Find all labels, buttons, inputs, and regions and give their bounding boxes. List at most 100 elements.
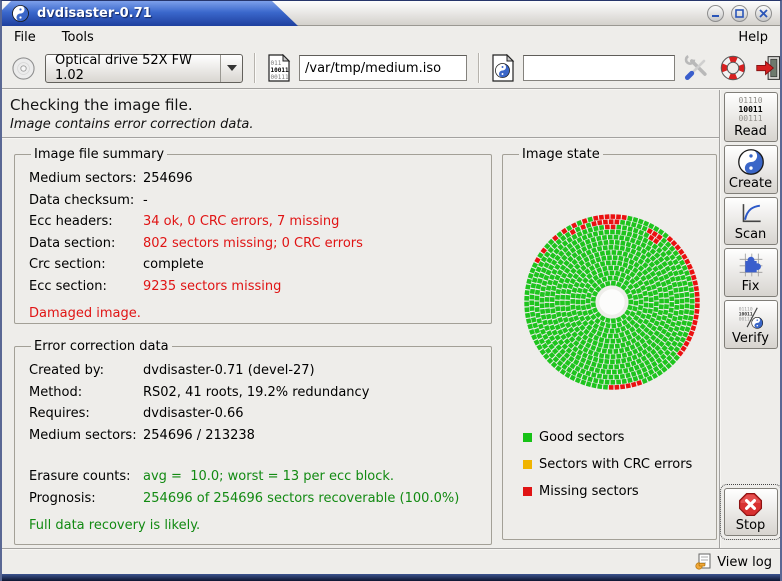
close-button[interactable] xyxy=(755,5,772,22)
read-button[interactable]: 01110 10011 00111 Read xyxy=(723,92,778,142)
create-button-label: Create xyxy=(728,176,773,191)
row-label: Created by: xyxy=(29,363,104,378)
verify-button[interactable]: 01110 10011 00111 Verify xyxy=(723,300,778,349)
image-state-panel: Image state Good sectors Sectors with CR… xyxy=(502,147,717,540)
image-file-summary-title: Image file summary xyxy=(34,147,165,162)
stop-button[interactable]: Stop xyxy=(719,484,780,540)
scan-button-label: Scan xyxy=(734,227,767,242)
row-label: Medium sectors: xyxy=(29,171,137,186)
image-file-summary-rows: Medium sectors: 254696 Data checksum: - … xyxy=(29,168,481,297)
scan-curve-icon xyxy=(742,203,762,223)
svg-text:01110: 01110 xyxy=(739,306,753,312)
menu-file[interactable]: File xyxy=(12,29,38,46)
menu-tools[interactable]: Tools xyxy=(60,29,96,46)
verify-icon: 01110 10011 00111 xyxy=(739,306,764,329)
maximize-button[interactable] xyxy=(731,5,748,22)
image-state-title: Image state xyxy=(522,147,600,162)
status-heading: Checking the image file. Image contains … xyxy=(2,90,719,139)
legend-label: Good sectors xyxy=(539,430,625,445)
row-value: complete xyxy=(143,257,204,272)
toolbar: Optical drive 52X FW 1.02 xyxy=(2,48,780,90)
create-button[interactable]: Create xyxy=(723,145,778,194)
row-value: 254696 of 254696 sectors recoverable (10… xyxy=(143,490,460,506)
stop-button-label: Stop xyxy=(735,518,766,533)
disc-sector-map xyxy=(518,208,706,400)
read-button-label: Read xyxy=(734,124,767,139)
drive-selector[interactable]: Optical drive 52X FW 1.02 xyxy=(45,53,243,83)
toolbar-separator xyxy=(478,53,480,83)
quit-exit-door-icon[interactable] xyxy=(755,54,780,82)
toolbar-separator xyxy=(254,53,256,83)
sector-legend: Good sectors Sectors with CRC errors Mis… xyxy=(523,424,692,505)
error-correction-panel: Error correction data Created by: dvdisa… xyxy=(14,339,492,545)
toolbar-right-group xyxy=(683,54,780,82)
app-logo-icon xyxy=(12,5,29,22)
recovery-verdict: Full data recovery is likely. xyxy=(29,518,201,533)
row-value: dvdisaster-0.66 xyxy=(143,406,244,421)
drive-selector-arrow xyxy=(220,54,242,82)
row-value: - xyxy=(143,192,148,208)
good-sector-swatch xyxy=(523,433,532,442)
row-value: 9235 sectors missing xyxy=(143,278,282,294)
yin-yang-create-icon xyxy=(737,149,764,175)
chevron-down-icon xyxy=(226,65,237,71)
close-icon xyxy=(759,9,768,18)
binary-read-icon: 01110 10011 00111 xyxy=(738,96,763,123)
verify-button-label: Verify xyxy=(732,331,769,346)
preferences-wrench-icon[interactable] xyxy=(683,54,711,82)
drive-icon xyxy=(10,55,37,82)
statusbar: View log xyxy=(2,548,780,574)
minimize-button[interactable] xyxy=(707,5,724,22)
window-controls xyxy=(707,5,772,22)
row-label: Ecc headers: xyxy=(29,214,113,229)
menubar: File Tools Help xyxy=(2,26,780,48)
row-label: Data checksum: xyxy=(29,192,135,208)
row-value: avg = 10.0; worst = 13 per ecc block. xyxy=(143,469,395,484)
missing-sector-swatch xyxy=(523,487,532,496)
ecc-file-icon xyxy=(491,54,515,82)
legend-item-good: Good sectors xyxy=(523,424,692,451)
row-label: Method: xyxy=(29,384,83,400)
row-value: 254696 / 213238 xyxy=(143,427,255,443)
row-value: dvdisaster-0.71 (devel-27) xyxy=(143,363,315,378)
row-value: RS02, 41 roots, 19.2% redundancy xyxy=(143,384,370,400)
legend-item-crc: Sectors with CRC errors xyxy=(523,451,692,478)
crc-sector-swatch xyxy=(523,460,532,469)
window-title: dvdisaster-0.71 xyxy=(37,6,152,21)
summary-verdict: Damaged image. xyxy=(29,306,141,321)
fix-button[interactable]: Fix xyxy=(723,248,778,297)
legend-item-missing: Missing sectors xyxy=(523,478,692,505)
row-value: 802 sectors missing; 0 CRC errors xyxy=(143,235,363,251)
row-label: Ecc section: xyxy=(29,278,107,294)
image-file-summary-panel: Image file summary Medium sectors: 25469… xyxy=(14,147,492,324)
row-label: Prognosis: xyxy=(29,490,96,506)
minimize-icon xyxy=(712,15,719,17)
window-bottom-edge xyxy=(2,574,780,581)
image-file-input[interactable] xyxy=(299,55,467,81)
app-window: dvdisaster-0.71 File Tools Help Optical … xyxy=(0,0,782,581)
ecc-file-input[interactable] xyxy=(523,55,675,81)
content-area: Checking the image file. Image contains … xyxy=(2,90,719,548)
row-value: 34 ok, 0 CRC errors, 7 missing xyxy=(143,214,340,229)
legend-label: Missing sectors xyxy=(539,484,639,499)
row-label: Requires: xyxy=(29,406,90,421)
stop-icon xyxy=(738,492,763,517)
titlebar: dvdisaster-0.71 xyxy=(2,1,780,26)
title-tab: dvdisaster-0.71 xyxy=(2,1,298,26)
disc-sector-map-chart xyxy=(523,214,700,390)
scan-button[interactable]: Scan xyxy=(723,197,778,245)
legend-label: Sectors with CRC errors xyxy=(539,457,693,472)
row-label: Erasure counts: xyxy=(29,469,131,484)
status-title: Checking the image file. xyxy=(10,96,193,114)
maximize-icon xyxy=(735,9,744,18)
help-lifesaver-icon[interactable] xyxy=(719,54,747,82)
action-sidebar: 01110 10011 00111 Read Create Scan Fix 0… xyxy=(719,90,780,548)
view-log-icon xyxy=(695,553,711,570)
row-label: Data section: xyxy=(29,235,116,251)
view-log-button[interactable]: View log xyxy=(717,555,772,570)
error-correction-rows: Created by: dvdisaster-0.71 (devel-27) M… xyxy=(29,360,481,509)
error-correction-title: Error correction data xyxy=(34,339,169,354)
svg-text:10011: 10011 xyxy=(739,311,753,317)
fix-button-label: Fix xyxy=(741,279,760,294)
menu-help[interactable]: Help xyxy=(736,29,770,46)
